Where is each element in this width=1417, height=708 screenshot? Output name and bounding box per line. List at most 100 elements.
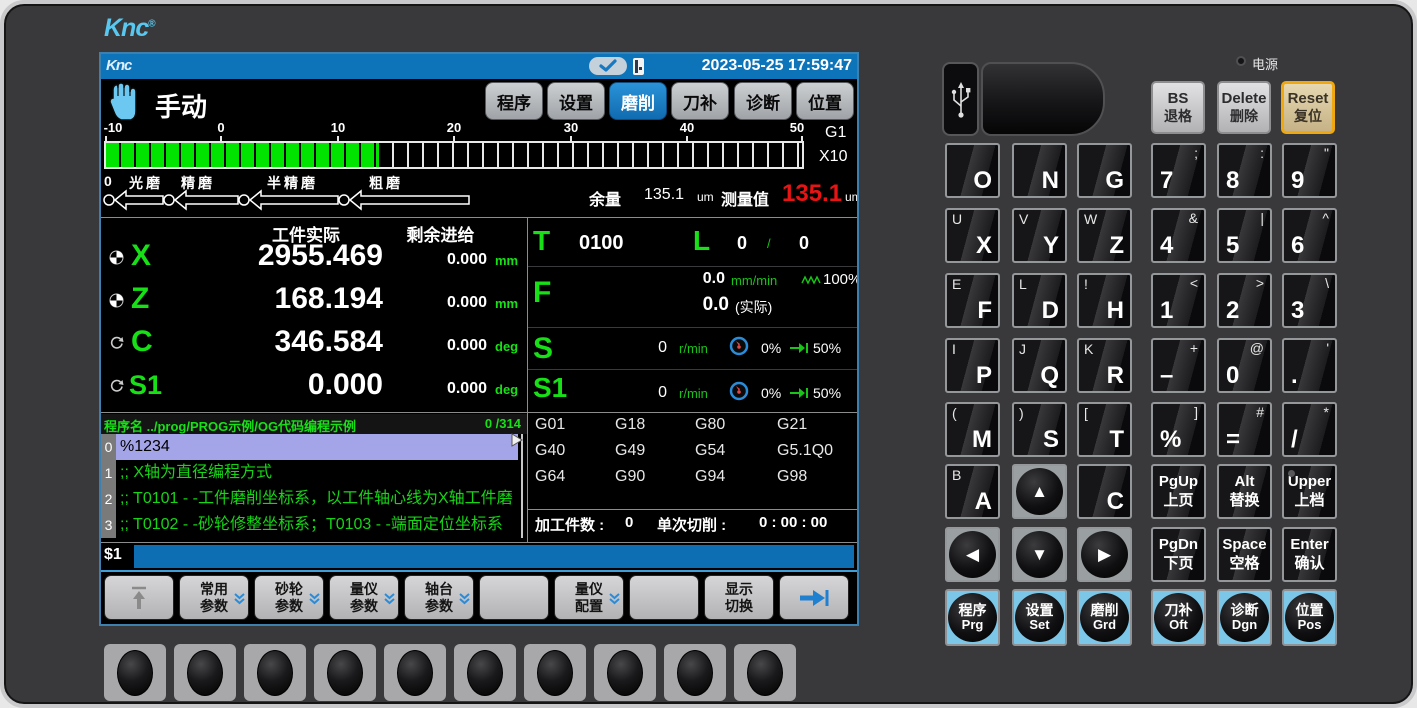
softkey-button-7[interactable] [524,644,586,701]
program-progress: 0 /314 [453,416,521,431]
key-F[interactable]: FE [945,273,1000,328]
key-arrow-up[interactable]: ▲ [1012,464,1067,519]
softkey-button-4[interactable] [314,644,376,701]
key-8[interactable]: 8: [1217,143,1272,198]
rotation-icon [109,379,124,394]
key-program-page[interactable]: 程序Prg [945,589,1000,646]
key-Y[interactable]: YV [1012,208,1067,263]
key-alt[interactable]: Alt替换 [1217,464,1272,519]
key-X[interactable]: XU [945,208,1000,263]
key-arrow-left[interactable]: ◀ [945,527,1000,582]
softkey-display-toggle[interactable]: 显示切换 [704,575,774,620]
key-offset-page[interactable]: 刀补Oft [1151,589,1206,646]
key-pgup[interactable]: PgUp上页 [1151,464,1206,519]
program-scrollbar[interactable] [521,434,523,538]
stage-arrows-icon [101,187,571,213]
key-settings-page[interactable]: 设置Set [1012,589,1067,646]
softkey-blank-2[interactable] [629,575,699,620]
softkey-button-6[interactable] [454,644,516,701]
key-6[interactable]: 6^ [1282,208,1337,263]
softkey-button-3[interactable] [244,644,306,701]
key-delete[interactable]: Delete删除 [1217,81,1271,134]
key-N[interactable]: N [1012,143,1067,198]
key-slash[interactable]: /* [1282,402,1337,457]
axis-name: Z [131,282,149,316]
softkey-back[interactable] [104,575,174,620]
key-R[interactable]: RK [1077,338,1132,393]
softkey-button-1[interactable] [104,644,166,701]
key-position-page[interactable]: 位置Pos [1282,589,1337,646]
cycle-time-label: 单次切削 : [657,514,726,535]
softkey-gauge-config[interactable]: 量仪配置 [554,575,624,620]
key-3[interactable]: 3\ [1282,273,1337,328]
key-Z[interactable]: ZW [1077,208,1132,263]
key-minus[interactable]: –+ [1151,338,1206,393]
key-9[interactable]: 9" [1282,143,1337,198]
gcode: G49 [615,442,645,460]
softkey-button-5[interactable] [384,644,446,701]
tab-diagnosis[interactable]: 诊断 [734,82,792,120]
softkey-gauge-params[interactable]: 量仪参数 [329,575,399,620]
softkey-blank-1[interactable] [479,575,549,620]
key-equals[interactable]: =# [1217,402,1272,457]
softkey-next-page[interactable] [779,575,849,620]
gcode: G80 [695,416,725,434]
key-2[interactable]: 2> [1217,273,1272,328]
key-4[interactable]: 4& [1151,208,1206,263]
key-arrow-down[interactable]: ▼ [1012,527,1067,582]
key-T[interactable]: T[ [1077,402,1132,457]
key-G[interactable]: G [1077,143,1132,198]
parts-count-label: 加工件数 : [535,514,604,535]
tab-program[interactable]: 程序 [485,82,543,120]
key-reset[interactable]: Reset复位 [1281,81,1335,134]
tab-settings[interactable]: 设置 [547,82,605,120]
softkey-button-10[interactable] [734,644,796,701]
softkey-table-params[interactable]: 轴台参数 [404,575,474,620]
key-H[interactable]: H! [1077,273,1132,328]
key-7[interactable]: 7; [1151,143,1206,198]
softkey-wheel-params[interactable]: 砂轮参数 [254,575,324,620]
tab-grinding[interactable]: 磨削 [609,82,667,120]
key-period[interactable]: .' [1282,338,1337,393]
key-percent[interactable]: %] [1151,402,1206,457]
spindle-letter: S [533,332,553,366]
key-diagnosis-page[interactable]: 诊断Dgn [1217,589,1272,646]
softkey-button-2[interactable] [174,644,236,701]
key-grinding-page[interactable]: 磨削Grd [1077,589,1132,646]
spindle-limit: 50% [813,385,841,401]
mdi-input[interactable] [134,545,854,568]
tab-position[interactable]: 位置 [796,82,854,120]
gcode: G94 [695,468,725,486]
softkey-common-params[interactable]: 常用参数 [179,575,249,620]
key-M[interactable]: M( [945,402,1000,457]
ruler-tick: 50 [790,120,804,135]
key-backspace[interactable]: BS退格 [1151,81,1205,134]
key-pgdn[interactable]: PgDn下页 [1151,527,1206,582]
feed-actual: 0.0 [641,294,729,316]
key-arrow-right[interactable]: ▶ [1077,527,1132,582]
life-current: 0 [737,233,747,254]
ruler-tick: 0 [217,120,224,135]
key-Q[interactable]: QJ [1012,338,1067,393]
key-space[interactable]: Space空格 [1217,527,1272,582]
key-5[interactable]: 5| [1217,208,1272,263]
gcode: G54 [695,442,725,460]
tab-tool-comp[interactable]: 刀补 [671,82,729,120]
axis-remain: 0.000 [401,294,487,312]
key-1[interactable]: 1< [1151,273,1206,328]
key-S[interactable]: S) [1012,402,1067,457]
usb-port[interactable] [942,62,979,136]
softkey-button-9[interactable] [664,644,726,701]
key-C[interactable]: C [1077,464,1132,519]
ruler-tick: 30 [564,120,578,135]
key-0[interactable]: 0@ [1217,338,1272,393]
key-upper-shift[interactable]: Upper上档 [1282,464,1337,519]
softkey-button-8[interactable] [594,644,656,701]
measured-unit: um [845,190,857,204]
usb-cover[interactable] [981,62,1105,136]
key-A[interactable]: AB [945,464,1000,519]
key-P[interactable]: PI [945,338,1000,393]
key-enter[interactable]: Enter确认 [1282,527,1337,582]
key-D[interactable]: DL [1012,273,1067,328]
key-O[interactable]: O [945,143,1000,198]
